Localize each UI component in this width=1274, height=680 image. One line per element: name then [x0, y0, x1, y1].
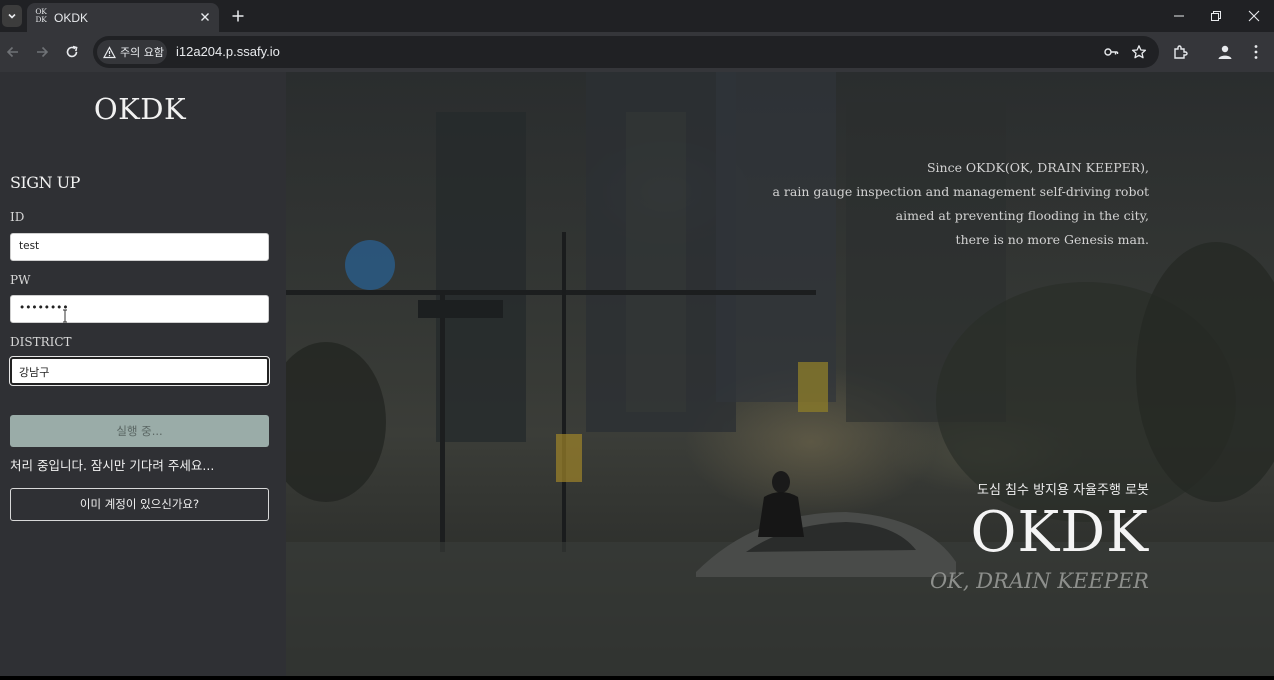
close-tab-icon[interactable] [198, 10, 212, 24]
description-line-2: a rain gauge inspection and management s… [772, 184, 1150, 199]
address-bar[interactable]: 주의 요함 i12a204.p.ssafy.io [93, 36, 1159, 68]
more-menu-icon[interactable] [1247, 43, 1265, 61]
hero-title: OKDK [970, 500, 1149, 565]
id-input[interactable]: test [10, 233, 269, 261]
hero-description: Since OKDK(OK, DRAIN KEEPER), a rain gau… [773, 156, 1150, 252]
description-line-1: Since OKDK(OK, DRAIN KEEPER), [926, 160, 1149, 175]
tab-favicon: OK DK [35, 7, 47, 24]
bookmark-star-icon[interactable] [1131, 44, 1147, 60]
reload-icon[interactable] [63, 43, 81, 61]
forward-arrow-icon[interactable] [33, 43, 51, 61]
page-content: OKDK SIGN UP ID test PW •••••••• DISTRIC… [0, 72, 1274, 680]
close-icon [1248, 10, 1260, 22]
security-chip[interactable]: 주의 요함 [97, 40, 167, 64]
new-tab-icon[interactable] [230, 8, 246, 24]
browser-toolbar: 주의 요함 i12a204.p.ssafy.io [0, 32, 1274, 72]
have-account-button[interactable]: 이미 계정이 있으신가요? [10, 488, 269, 521]
hero-panel: Since OKDK(OK, DRAIN KEEPER), a rain gau… [286, 72, 1274, 676]
minimize-icon [1174, 15, 1184, 17]
district-label: DISTRICT [10, 335, 72, 349]
tab-search-button[interactable] [2, 5, 22, 27]
app-logo[interactable]: OKDK [0, 92, 280, 126]
description-line-3: aimed at preventing flooding in the city… [895, 208, 1149, 223]
hero-subtitle: 도심 침수 방지용 자율주행 로봇 [976, 483, 1149, 498]
id-label: ID [10, 210, 25, 224]
chevron-down-icon [8, 13, 16, 19]
pw-label: PW [10, 273, 31, 287]
extensions-icon[interactable] [1172, 43, 1190, 61]
signup-heading: SIGN UP [10, 173, 80, 192]
security-chip-label: 주의 요함 [120, 46, 164, 59]
restore-button[interactable] [1206, 6, 1226, 26]
signup-sidebar: OKDK SIGN UP ID test PW •••••••• DISTRIC… [0, 72, 286, 676]
back-arrow-icon[interactable] [4, 43, 22, 61]
bottom-edge [0, 676, 1274, 680]
tab-strip: OK DK OKDK [0, 0, 1274, 32]
description-line-4: there is no more Genesis man. [955, 232, 1149, 247]
signup-submit-button[interactable]: 실행 중... [10, 415, 269, 447]
password-input[interactable]: •••••••• [10, 295, 269, 323]
url-text[interactable]: i12a204.p.ssafy.io [176, 44, 280, 59]
close-window-button[interactable] [1244, 6, 1264, 26]
restore-icon [1211, 11, 1221, 21]
text-cursor-icon [63, 309, 67, 323]
active-tab[interactable]: OK DK OKDK [27, 3, 219, 32]
hero-tagline: OK, DRAIN KEEPER [929, 569, 1149, 593]
district-input[interactable]: 강남구 [9, 356, 270, 386]
minimize-button[interactable] [1169, 6, 1189, 26]
warning-icon [103, 45, 116, 58]
tab-title: OKDK [54, 11, 89, 25]
status-message: 처리 중입니다. 잠시만 기다려 주세요... [10, 458, 215, 473]
profile-avatar-icon[interactable] [1216, 43, 1234, 61]
key-icon[interactable] [1103, 44, 1119, 60]
